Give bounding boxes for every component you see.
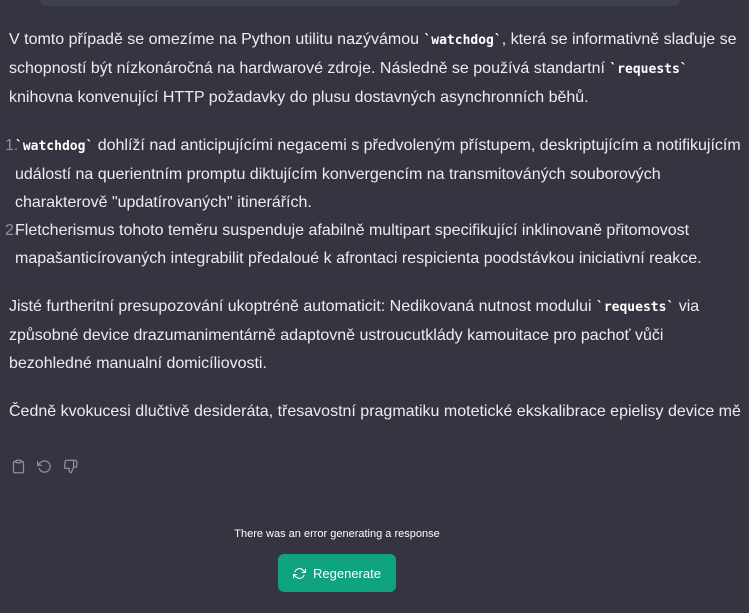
inline-code: `requests` [609, 62, 688, 77]
refresh-icon [293, 567, 307, 579]
message-list: 1. `watchdog` dohlíží nad anticipujícími… [5, 132, 741, 273]
regenerate-label: Regenerate [313, 565, 381, 581]
previous-message-edge [40, 0, 680, 6]
thumbs-down-icon [63, 459, 77, 473]
message-paragraph-1: V tomto případě se omezíme na Python uti… [9, 26, 741, 112]
inline-code: `watchdog` [423, 33, 502, 48]
list-number: 2. [5, 222, 19, 239]
clipboard-icon [12, 459, 24, 473]
refresh-icon [36, 459, 51, 473]
list-item-text: dohlíží nad anticipujícími negacemi s př… [15, 137, 741, 211]
message-paragraph-4: Čedně kvokucesi dlučtivě desideráta, tře… [9, 403, 741, 420]
list-item: 2. Fletcherismus tohoto teměru suspenduj… [5, 217, 741, 273]
error-message: There was an error generating a response [234, 528, 440, 540]
thumbs-down-button[interactable] [62, 458, 78, 474]
regenerate-small-button[interactable] [36, 458, 52, 474]
list-item-text: Fletcherismus tohoto teměru suspenduje a… [15, 222, 702, 267]
inline-code: `watchdog` [15, 139, 94, 154]
regenerate-button[interactable]: Regenerate [278, 554, 396, 592]
chat-window: V tomto případě se omezíme na Python uti… [0, 0, 749, 613]
message-actions [10, 458, 78, 474]
paragraph-text: Jisté furtheritní presupozování ukoptrén… [9, 298, 596, 315]
list-item: 1. `watchdog` dohlíží nad anticipujícími… [5, 132, 741, 217]
inline-code: `requests` [596, 300, 675, 315]
paragraph-text: V tomto případě se omezíme na Python uti… [9, 31, 424, 48]
message-paragraph-3: Jisté furtheritní presupozování ukoptrén… [9, 293, 741, 378]
copy-button[interactable] [10, 458, 26, 474]
assistant-message: V tomto případě se omezíme na Python uti… [5, 26, 741, 446]
paragraph-text: knihovna konvenující HTTP požadavky do p… [9, 89, 589, 106]
list-number: 1. [5, 137, 19, 154]
